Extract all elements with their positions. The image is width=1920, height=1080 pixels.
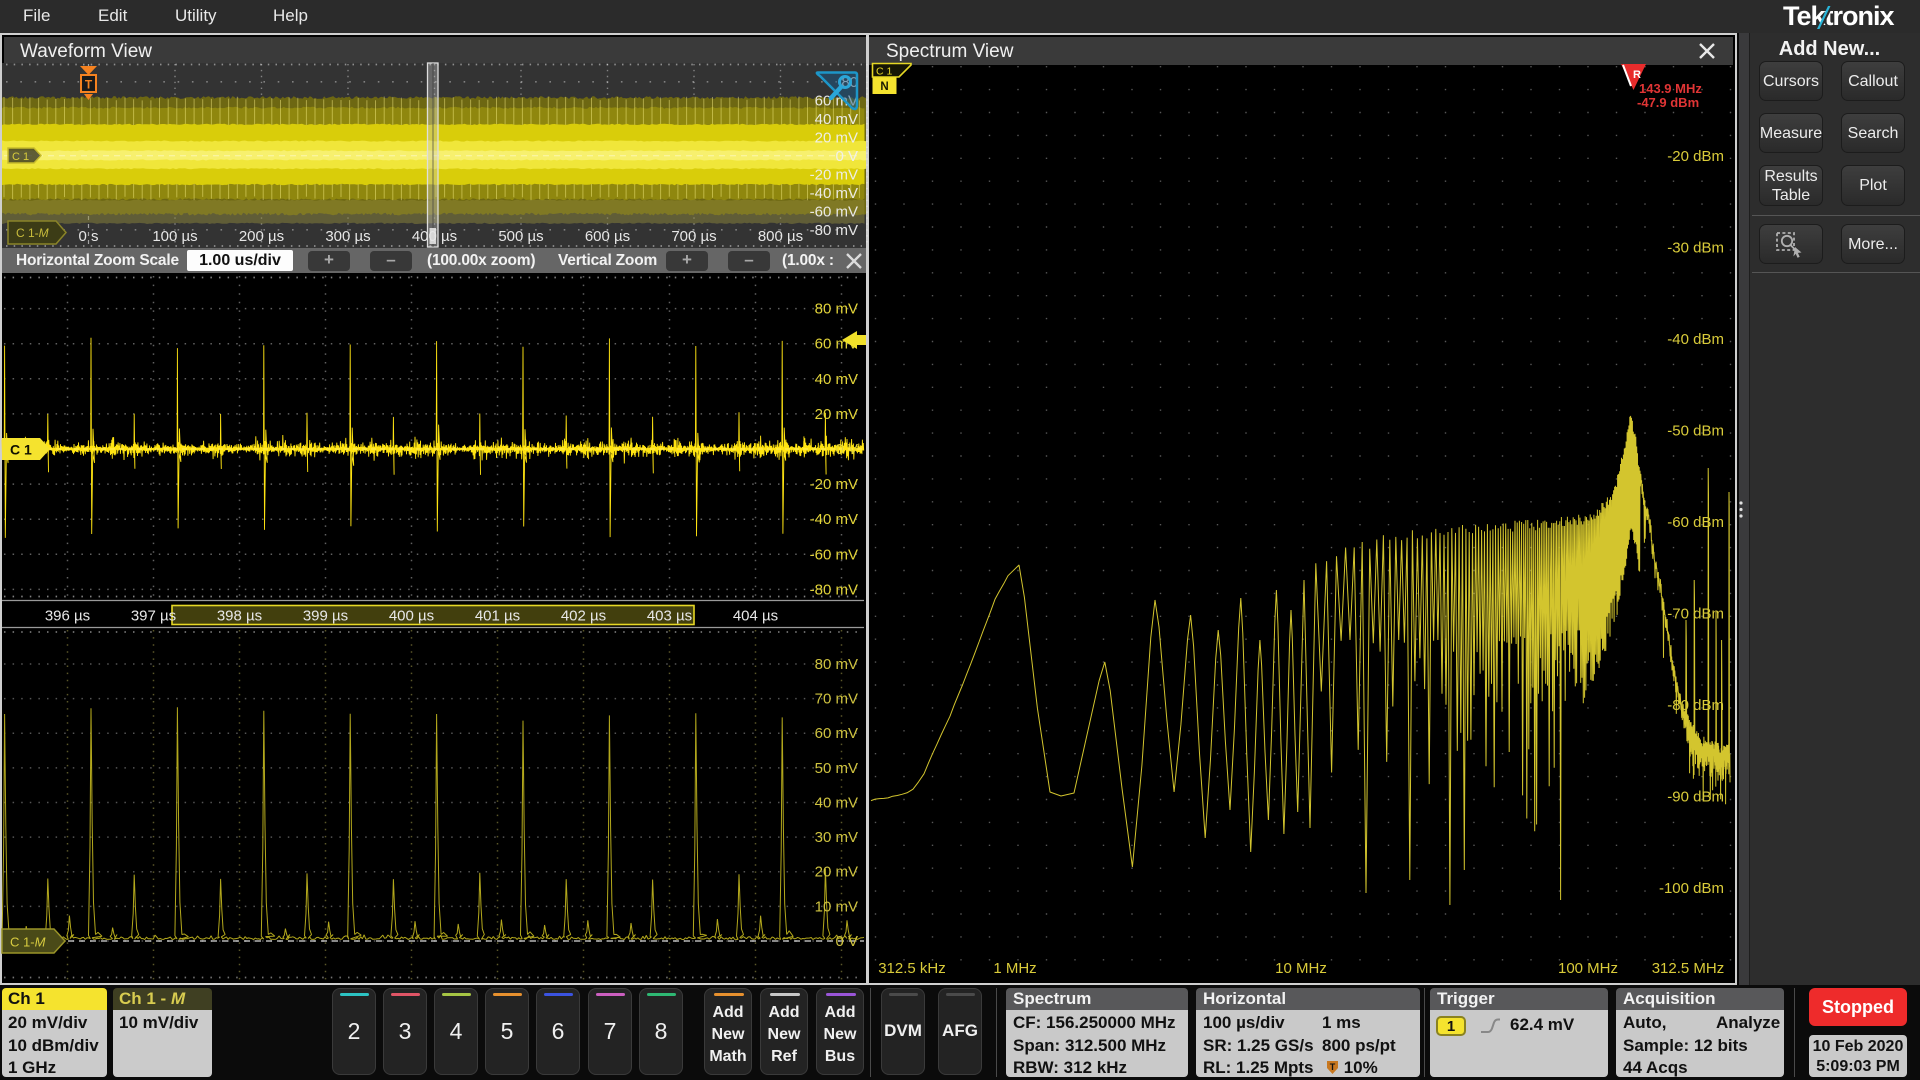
svg-text:300 µs: 300 µs (325, 228, 370, 245)
svg-text:C 1-M: C 1-M (10, 935, 46, 950)
svg-text:-20 mV: -20 mV (810, 166, 858, 183)
svg-text:40 mV: 40 mV (815, 371, 858, 388)
svg-text:10 MHz: 10 MHz (1275, 960, 1327, 977)
svg-text:-80 mV: -80 mV (810, 222, 858, 239)
svg-text:-60 mV: -60 mV (810, 203, 858, 220)
svg-text:-20 dBm: -20 dBm (1667, 148, 1724, 165)
svg-text:800 µs: 800 µs (758, 228, 803, 245)
svg-text:-60 mV: -60 mV (810, 546, 858, 563)
svg-text:C 1: C 1 (876, 66, 893, 78)
svg-text:10 mV: 10 mV (815, 898, 858, 915)
svg-text:312.5 MHz: 312.5 MHz (1652, 960, 1725, 977)
svg-text:-40 mV: -40 mV (810, 511, 858, 528)
svg-text:403 µs: 403 µs (647, 608, 692, 625)
svg-text:143.9 MHz: 143.9 MHz (1639, 81, 1702, 96)
svg-text:-70 dBm: -70 dBm (1667, 605, 1724, 622)
svg-text:-40 mV: -40 mV (810, 185, 858, 202)
svg-text:40 mV: 40 mV (815, 795, 858, 812)
svg-text:50 mV: 50 mV (815, 760, 858, 777)
svg-text:396 µs: 396 µs (45, 608, 90, 625)
svg-text:40 mV: 40 mV (815, 111, 858, 128)
svg-text:0 s: 0 s (78, 228, 98, 245)
svg-text:404 µs: 404 µs (733, 608, 778, 625)
svg-text:312.5 kHz: 312.5 kHz (878, 960, 946, 977)
svg-text:-30 dBm: -30 dBm (1667, 240, 1724, 257)
svg-text:-100 dBm: -100 dBm (1659, 880, 1724, 897)
svg-text:-90 dBm: -90 dBm (1667, 788, 1724, 805)
svg-text:C 1: C 1 (10, 442, 32, 458)
svg-text:-80 mV: -80 mV (810, 581, 858, 598)
svg-text:200 µs: 200 µs (239, 228, 284, 245)
svg-text:C 1-M: C 1-M (16, 226, 49, 240)
svg-text:-40 dBm: -40 dBm (1667, 331, 1724, 348)
svg-text:20 mV: 20 mV (815, 406, 858, 423)
svg-text:-60 dBm: -60 dBm (1667, 514, 1724, 531)
svg-text:397 µs: 397 µs (131, 608, 176, 625)
svg-text:70 mV: 70 mV (815, 691, 858, 708)
svg-text:700 µs: 700 µs (671, 228, 716, 245)
svg-text:60 mV: 60 mV (815, 725, 858, 742)
svg-text:400 µs: 400 µs (389, 608, 434, 625)
svg-text:500 µs: 500 µs (498, 228, 543, 245)
svg-text:-47.9 dBm: -47.9 dBm (1637, 95, 1699, 110)
svg-text:C 1: C 1 (12, 151, 29, 163)
svg-text:398 µs: 398 µs (217, 608, 262, 625)
svg-text:-20 mV: -20 mV (810, 476, 858, 493)
svg-text:N: N (880, 81, 888, 93)
svg-text:80 mV: 80 mV (815, 301, 858, 318)
svg-text:399 µs: 399 µs (303, 608, 348, 625)
svg-text:100 MHz: 100 MHz (1558, 960, 1618, 977)
svg-text:0 V: 0 V (835, 148, 858, 165)
svg-text:-80 dBm: -80 dBm (1667, 697, 1724, 714)
svg-text:20 mV: 20 mV (815, 129, 858, 146)
svg-text:0 V: 0 V (835, 441, 858, 458)
svg-text:600 µs: 600 µs (585, 228, 630, 245)
svg-text:400 µs: 400 µs (412, 228, 457, 245)
svg-text:R: R (1633, 69, 1641, 81)
svg-text:T: T (85, 78, 93, 92)
svg-text:0 V: 0 V (835, 933, 858, 950)
svg-text:80 mV: 80 mV (815, 656, 858, 673)
svg-text:30 mV: 30 mV (815, 829, 858, 846)
svg-text:1 MHz: 1 MHz (993, 960, 1036, 977)
svg-text:20 mV: 20 mV (815, 864, 858, 881)
svg-text:401 µs: 401 µs (475, 608, 520, 625)
svg-text:100 µs: 100 µs (152, 228, 197, 245)
svg-text:-50 dBm: -50 dBm (1667, 422, 1724, 439)
svg-text:402 µs: 402 µs (561, 608, 606, 625)
